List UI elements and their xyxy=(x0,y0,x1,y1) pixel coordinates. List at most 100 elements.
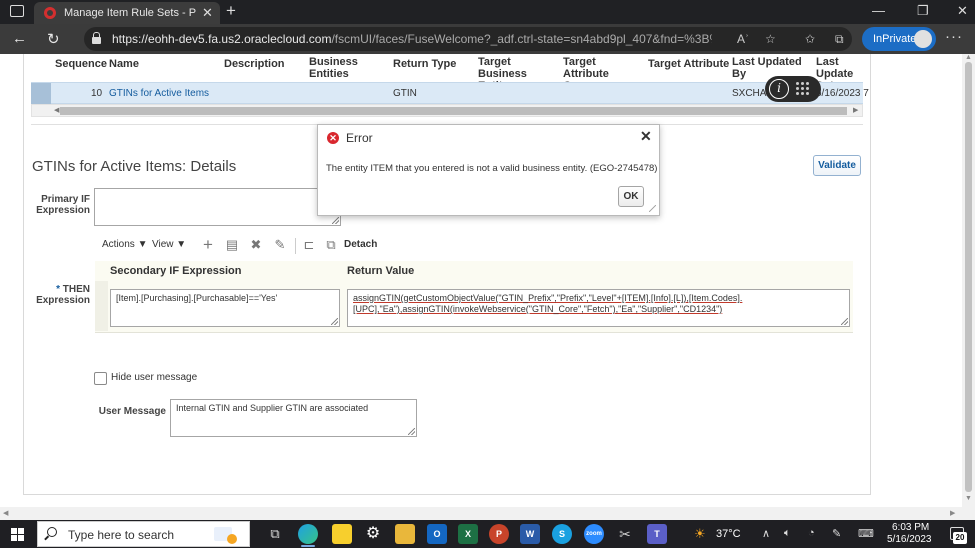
clock-time[interactable]: 6:03 PM xyxy=(892,522,929,533)
then-expression-label: * THEN Expression xyxy=(36,284,90,306)
browser-menu-icon[interactable]: ··· xyxy=(945,28,963,45)
volume-icon[interactable]: 🔈︎ xyxy=(784,527,791,540)
tab-title: Manage Item Rule Sets - Product xyxy=(64,7,196,19)
outlook-icon[interactable]: O xyxy=(427,524,447,544)
scroll-left-icon[interactable]: ◀ xyxy=(54,106,59,114)
favorite-star-icon[interactable]: ☆ xyxy=(765,32,776,46)
clock-date[interactable]: 5/16/2023 xyxy=(887,534,932,545)
resize-grip-icon[interactable] xyxy=(331,318,338,325)
excel-icon[interactable]: X xyxy=(458,524,478,544)
taskbar: Type here to search ⧉ ⚙ O X P W S zoom ✂… xyxy=(0,520,975,548)
detach-icon[interactable]: ⧉ xyxy=(324,238,338,252)
tab-actions-icon[interactable] xyxy=(10,5,24,17)
read-aloud-icon[interactable]: Aʾ xyxy=(737,32,749,46)
resize-grip-icon[interactable] xyxy=(332,217,339,224)
page-vertical-scrollbar[interactable]: ▲ ▼ xyxy=(962,54,975,520)
column-header-business-entities[interactable]: Business Entities xyxy=(309,56,379,80)
url-field[interactable]: https://eohh-dev5.fa.us2.oraclecloud.com… xyxy=(84,27,852,51)
refresh-icon[interactable]: ↻ xyxy=(47,30,60,48)
scrollbar-thumb[interactable] xyxy=(60,107,847,115)
hide-user-message-checkbox[interactable] xyxy=(94,372,107,385)
close-icon[interactable]: ✕ xyxy=(640,128,652,145)
taskbar-search-input[interactable]: Type here to search xyxy=(37,521,250,547)
row-selector[interactable] xyxy=(95,281,108,331)
resize-grip-icon[interactable] xyxy=(649,205,656,212)
return-value-header[interactable]: Return Value xyxy=(347,265,414,277)
primary-if-expression-field[interactable] xyxy=(94,188,341,226)
settings-gear-icon[interactable]: ⚙ xyxy=(363,524,383,544)
task-view-icon[interactable]: ⧉ xyxy=(265,524,285,544)
info-icon[interactable]: i xyxy=(769,79,789,99)
table-row[interactable]: 10 GTINs for Active Items GTIN SXCHA 5/1… xyxy=(31,82,869,105)
column-header-name[interactable]: Name xyxy=(109,58,139,70)
hide-user-message-label: Hide user message xyxy=(111,372,198,383)
ok-button[interactable]: OK xyxy=(618,186,644,207)
floating-toolbar: i xyxy=(765,76,821,102)
detach-button[interactable]: Detach xyxy=(344,239,377,250)
page-horizontal-scrollbar[interactable]: ◀ ▶ xyxy=(0,507,962,520)
column-header-sequence[interactable]: Sequence xyxy=(55,58,107,70)
column-header-return-type[interactable]: Return Type xyxy=(393,58,456,70)
view-menu[interactable]: View ▼ xyxy=(152,239,186,250)
browser-tab[interactable]: Manage Item Rule Sets - Product ✕ xyxy=(34,2,220,24)
powerpoint-icon[interactable]: P xyxy=(489,524,509,544)
duplicate-icon[interactable]: ▤ xyxy=(225,238,239,252)
row-selector[interactable] xyxy=(31,83,51,105)
resize-grip-icon[interactable] xyxy=(408,428,415,435)
freeze-icon[interactable]: ⊏ xyxy=(302,238,316,252)
inprivate-label: InPrivate xyxy=(873,33,917,45)
scroll-right-icon[interactable]: ▶ xyxy=(853,106,858,114)
grid-dots-icon[interactable] xyxy=(796,82,810,96)
windows-start-icon[interactable] xyxy=(11,528,24,541)
scroll-left-icon[interactable]: ◀ xyxy=(3,509,8,517)
secondary-if-expression-field[interactable]: [Item].[Purchasing].[Purchasable]=='Yes' xyxy=(110,289,340,327)
notification-count-badge: 20 xyxy=(953,532,967,544)
file-explorer-icon[interactable] xyxy=(395,524,415,544)
collections-icon[interactable]: ⧉ xyxy=(835,32,844,47)
tab-close-icon[interactable]: ✕ xyxy=(202,5,213,21)
scroll-down-icon[interactable]: ▼ xyxy=(965,495,972,502)
return-value-field[interactable]: assignGTIN(getCustomObjectValue("GTIN_Pr… xyxy=(347,289,850,327)
weather-temp[interactable]: 37°C xyxy=(716,528,741,540)
pen-icon[interactable]: ✎ xyxy=(832,527,841,540)
weather-icon[interactable]: ☀ xyxy=(694,526,706,542)
actions-menu[interactable]: Actions ▼ xyxy=(102,239,147,250)
wifi-icon[interactable]: ◔ xyxy=(808,527,815,539)
cell-return-type: GTIN xyxy=(393,88,417,99)
skype-icon[interactable]: S xyxy=(552,524,572,544)
table-horizontal-scrollbar[interactable]: ◀ ▶ xyxy=(31,104,863,117)
window-close-icon[interactable]: ✕ xyxy=(957,3,968,19)
error-icon: ✕ xyxy=(327,132,339,144)
minimize-icon[interactable]: — xyxy=(872,3,885,18)
scroll-up-icon[interactable]: ▲ xyxy=(965,54,972,61)
inprivate-button[interactable]: InPrivate xyxy=(862,27,936,51)
scroll-right-icon[interactable]: ▶ xyxy=(950,509,955,517)
validate-button[interactable]: Validate xyxy=(813,155,861,176)
edge-icon[interactable] xyxy=(298,524,318,544)
back-arrow-icon[interactable]: ← xyxy=(12,30,27,47)
favorites-list-icon[interactable]: ✩ xyxy=(805,32,815,46)
delete-icon[interactable]: ✖ xyxy=(249,238,263,252)
restore-icon[interactable]: ❐ xyxy=(917,3,929,19)
column-header-target-attribute[interactable]: Target Attribute xyxy=(648,58,729,70)
word-icon[interactable]: W xyxy=(520,524,540,544)
dialog-title: Error xyxy=(346,131,373,145)
chevron-up-icon[interactable]: ∧ xyxy=(762,527,770,540)
chevron-down-icon: ▼ xyxy=(137,239,148,250)
new-tab-icon[interactable]: + xyxy=(226,1,236,21)
column-header-description[interactable]: Description xyxy=(224,58,285,70)
resize-grip-icon[interactable] xyxy=(841,318,848,325)
keyboard-icon[interactable]: ⌨ xyxy=(858,527,874,540)
snipping-tool-icon[interactable]: ✂ xyxy=(615,524,635,544)
secondary-if-header[interactable]: Secondary IF Expression xyxy=(110,265,241,277)
sticky-notes-icon[interactable] xyxy=(332,524,352,544)
scrollbar-thumb[interactable] xyxy=(965,62,972,492)
cell-last-update-date: 5/16/2023 7 xyxy=(816,88,869,99)
zoom-icon[interactable]: zoom xyxy=(584,524,604,544)
teams-icon[interactable]: T xyxy=(647,524,667,544)
add-icon[interactable]: + xyxy=(201,236,215,253)
error-dialog: ✕ Error ✕ The entity ITEM that you enter… xyxy=(317,124,660,216)
cell-name-link[interactable]: GTINs for Active Items xyxy=(109,88,209,99)
user-message-field[interactable]: Internal GTIN and Supplier GTIN are asso… xyxy=(170,399,417,437)
edit-icon[interactable]: ✎ xyxy=(273,238,287,252)
